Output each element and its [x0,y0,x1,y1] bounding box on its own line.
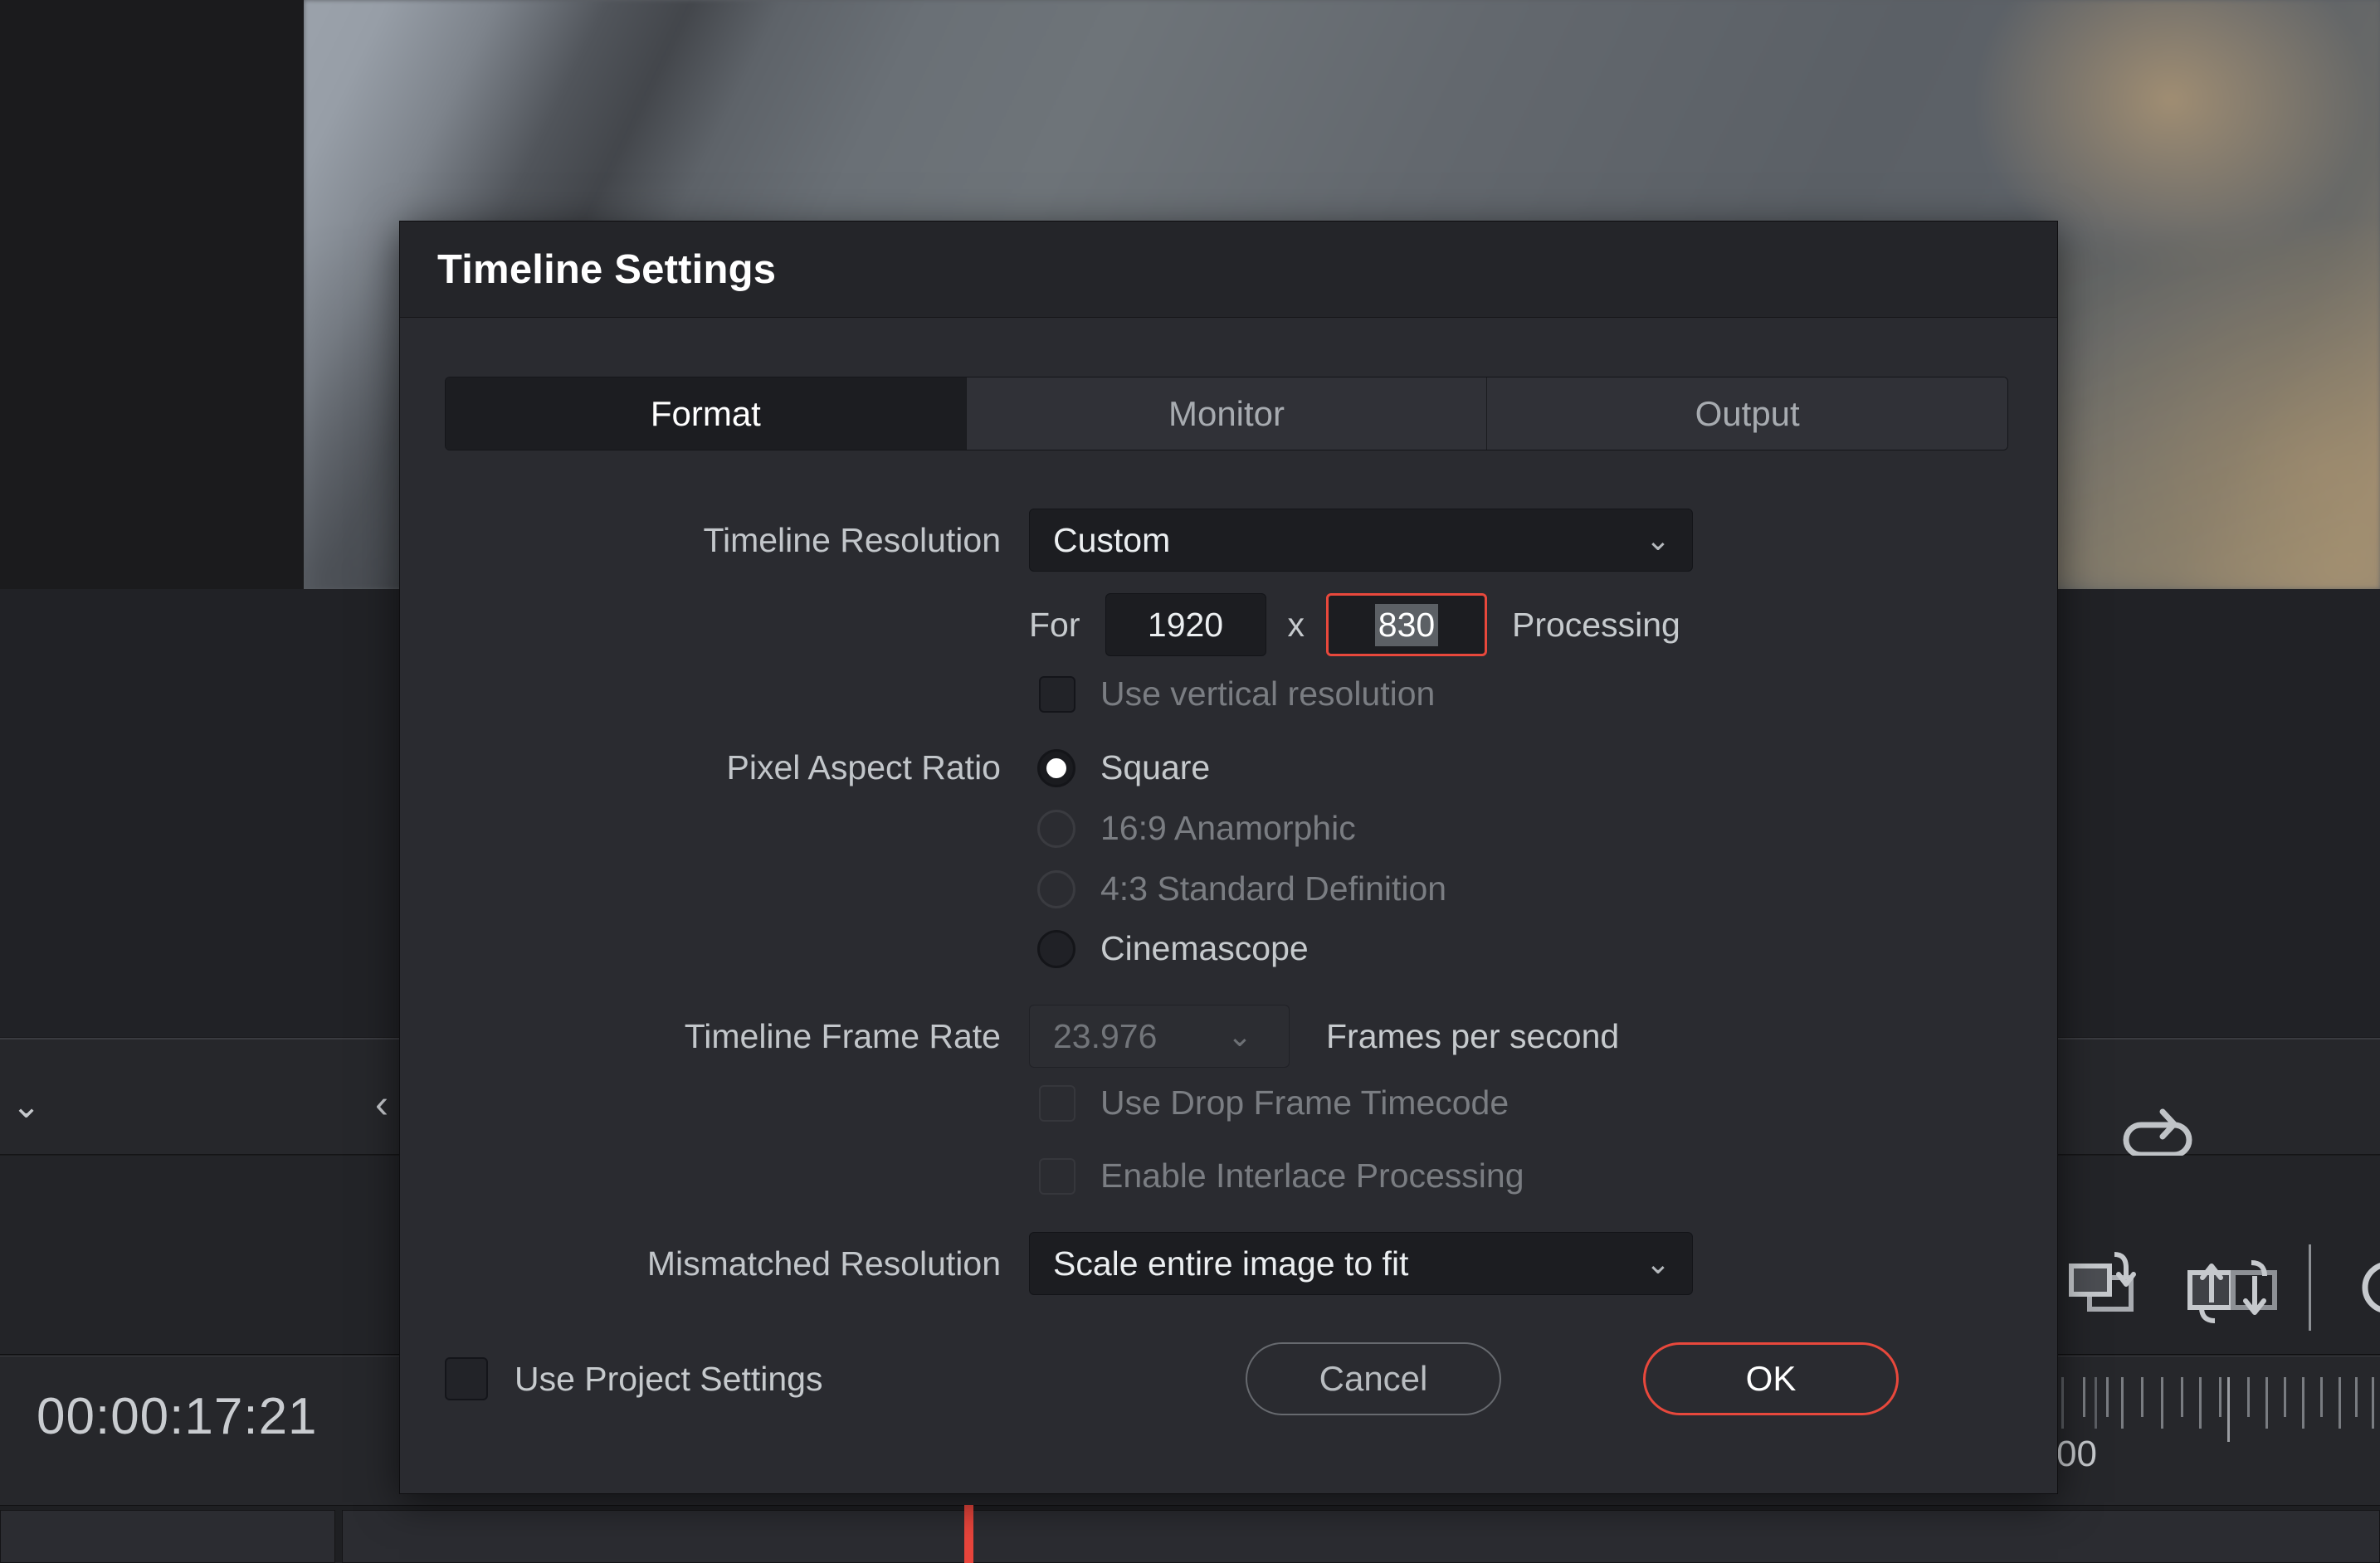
timeline-resolution-value: Custom [1053,520,1171,559]
chevron-down-icon[interactable]: ⌄ [12,1088,41,1123]
row-cinemascope: Cinemascope [445,929,2008,968]
current-timecode[interactable]: 00:00:17:21 [37,1387,318,1446]
timeline-clip[interactable] [342,1510,2380,1563]
custom-resolution-prefix: For [1029,605,1080,644]
mismatched-resolution-value: Scale entire image to fit [1053,1244,1409,1283]
chevron-down-icon: ⌄ [1227,1019,1252,1053]
resolution-width-value: 1920 [1147,605,1224,644]
use-drop-frame-timecode-label: Use Drop Frame Timecode [1100,1083,1509,1122]
row-timeline-resolution: Timeline Resolution Custom ⌄ [445,509,2008,572]
marker-icon-svg [2362,1263,2380,1312]
resolution-height-input[interactable]: 830 [1326,593,1487,656]
resolution-width-input[interactable]: 1920 [1105,593,1266,656]
timeline-settings-dialog: Timeline Settings Format Monitor Output … [399,221,2058,1494]
ok-button[interactable]: OK [1643,1342,1899,1415]
radio-4-3-standard-definition [1037,869,1075,908]
dialog-body: Format Monitor Output Timeline Resolutio… [400,318,2057,1493]
timeline-frame-rate-label: Timeline Frame Rate [684,1016,1001,1055]
viewer-left-letterbox [0,0,304,589]
mismatched-resolution-label: Mismatched Resolution [646,1244,1001,1283]
dialog-tab-bar: Format Monitor Output [445,377,2008,450]
radio-cinemascope[interactable] [1037,929,1075,968]
mismatched-resolution-select[interactable]: Scale entire image to fit ⌄ [1029,1232,1693,1295]
tab-output[interactable]: Output [1487,377,2007,450]
enable-interlace-processing-checkbox [1039,1157,1075,1195]
radio-4-3-standard-definition-label: 4:3 Standard Definition [1100,869,1447,908]
row-mismatched-resolution: Mismatched Resolution Scale entire image… [445,1232,2008,1295]
cancel-button[interactable]: Cancel [1246,1342,1501,1415]
radio-square-label: Square [1100,748,1211,786]
toolbar-divider-2 [2309,1244,2311,1331]
swap-clip-icon-svg [2187,1260,2277,1323]
insert-clip-icon[interactable] [2056,1236,2156,1336]
row-timeline-frame-rate: Timeline Frame Rate 23.976 ⌄ Frames per … [445,1005,2008,1068]
dialog-title: Timeline Settings [437,246,777,292]
enable-interlace-processing-label: Enable Interlace Processing [1100,1156,1524,1195]
resolution-height-value: 830 [1374,603,1439,646]
use-drop-frame-timecode-checkbox [1039,1084,1075,1122]
timeline-resolution-label: Timeline Resolution [703,520,1001,559]
ruler-time-label: 00 [2056,1434,2097,1474]
timeline-frame-rate-suffix: Frames per second [1326,1016,1620,1055]
playhead[interactable] [964,1505,973,1563]
row-custom-resolution: For 1920 x 830 Processing [445,593,2008,656]
use-project-settings-checkbox[interactable] [445,1357,488,1400]
dialog-footer: Use Project Settings Cancel OK [445,1342,2008,1415]
tab-format[interactable]: Format [446,377,967,450]
radio-square[interactable] [1037,748,1075,787]
chevron-down-icon: ⌄ [1645,1246,1670,1280]
row-pixel-aspect-ratio: Pixel Aspect Ratio Square [445,748,2008,787]
timeline-frame-rate-value: 23.976 [1053,1016,1158,1055]
custom-resolution-separator: x [1287,605,1305,644]
chevron-left-icon[interactable]: ‹ [375,1085,388,1125]
timeline-resolution-select[interactable]: Custom ⌄ [1029,509,1693,572]
use-vertical-resolution-checkbox[interactable] [1039,675,1075,713]
row-standard-definition: 4:3 Standard Definition [445,869,2008,908]
pixel-aspect-ratio-label: Pixel Aspect Ratio [726,748,1001,786]
row-anamorphic: 16:9 Anamorphic [445,809,2008,848]
timeline-ruler[interactable] [2058,1377,2380,1477]
row-enable-interlace-processing: Enable Interlace Processing [445,1156,2008,1195]
radio-16-9-anamorphic-label: 16:9 Anamorphic [1100,809,1356,847]
radio-cinemascope-label: Cinemascope [1100,929,1309,967]
row-use-vertical-resolution: Use vertical resolution [445,674,2008,713]
tab-monitor[interactable]: Monitor [966,377,1488,450]
dialog-titlebar: Timeline Settings [400,222,2057,318]
swap-clip-icon[interactable] [2181,1238,2285,1337]
chevron-down-icon: ⌄ [1645,523,1670,557]
marker-icon[interactable] [2345,1254,2380,1321]
row-use-drop-frame-timecode: Use Drop Frame Timecode [445,1083,2008,1122]
insert-clip-icon-svg [2069,1252,2136,1312]
use-vertical-resolution-label: Use vertical resolution [1100,674,1436,713]
track-header[interactable] [0,1510,335,1563]
radio-16-9-anamorphic [1037,809,1075,848]
use-project-settings-label: Use Project Settings [515,1359,823,1398]
custom-resolution-suffix: Processing [1512,605,1680,644]
timeline-frame-rate-select: 23.976 ⌄ [1029,1005,1290,1068]
